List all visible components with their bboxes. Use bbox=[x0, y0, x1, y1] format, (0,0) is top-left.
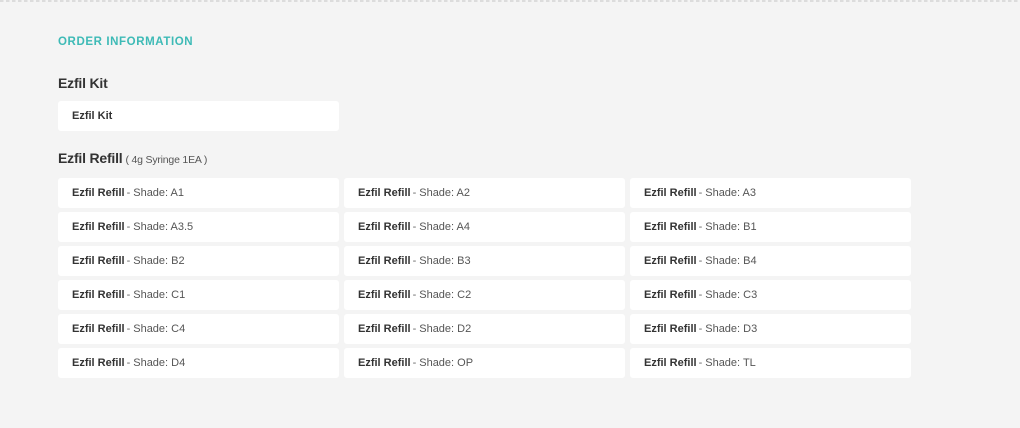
refill-option-name: Ezfil Refill bbox=[644, 221, 697, 233]
refill-option-card[interactable]: Ezfil Refill - Shade: A4 bbox=[344, 212, 625, 242]
refill-option-card[interactable]: Ezfil Refill - Shade: C4 bbox=[58, 314, 339, 344]
refill-options-grid: Ezfil Refill - Shade: A1 Ezfil Refill - Shade… bbox=[58, 178, 911, 378]
refill-option-name: Ezfil Refill bbox=[72, 357, 125, 369]
refill-option-name: Ezfil Refill bbox=[358, 357, 411, 369]
refill-option-name: Ezfil Refill bbox=[72, 221, 125, 233]
refill-option-shade: Shade: C4 bbox=[133, 323, 186, 335]
kit-option-card[interactable]: Ezfil Kit bbox=[58, 101, 339, 131]
refill-option-card[interactable]: Ezfil Refill - Shade: A3.5 bbox=[58, 212, 339, 242]
refill-option-shade: Shade: D4 bbox=[133, 357, 186, 369]
refill-option-shade: Shade: TL bbox=[705, 357, 756, 369]
refill-option-shade: Shade: A3 bbox=[705, 187, 757, 199]
refill-option-card[interactable]: Ezfil Refill - Shade: C3 bbox=[630, 280, 911, 310]
refill-option-name: Ezfil Refill bbox=[358, 323, 411, 335]
refill-option-name: Ezfil Refill bbox=[72, 289, 125, 301]
refill-option-separator: - bbox=[126, 323, 131, 335]
refill-option-name: Ezfil Refill bbox=[644, 289, 697, 301]
refill-option-name: Ezfil Refill bbox=[358, 221, 411, 233]
refill-option-separator: - bbox=[412, 323, 417, 335]
refill-option-card[interactable]: Ezfil Refill - Shade: A1 bbox=[58, 178, 339, 208]
refill-option-card[interactable]: Ezfil Refill - Shade: C2 bbox=[344, 280, 625, 310]
refill-option-name: Ezfil Refill bbox=[644, 357, 697, 369]
refill-option-shade: Shade: C2 bbox=[419, 289, 472, 301]
refill-option-name: Ezfil Refill bbox=[72, 187, 125, 199]
refill-option-shade: Shade: D3 bbox=[705, 323, 758, 335]
refill-option-card[interactable]: Ezfil Refill - Shade: D3 bbox=[630, 314, 911, 344]
refill-option-separator: - bbox=[126, 357, 131, 369]
refill-option-shade: Shade: B4 bbox=[705, 255, 757, 267]
refill-option-card[interactable]: Ezfil Refill - Shade: OP bbox=[344, 348, 625, 378]
refill-option-shade: Shade: B3 bbox=[419, 255, 471, 267]
refill-option-separator: - bbox=[126, 255, 131, 267]
refill-option-separator: - bbox=[698, 357, 703, 369]
refill-option-shade: Shade: C1 bbox=[133, 289, 186, 301]
refill-option-separator: - bbox=[126, 221, 131, 233]
refill-option-separator: - bbox=[698, 289, 703, 301]
refill-option-card[interactable]: Ezfil Refill - Shade: B1 bbox=[630, 212, 911, 242]
refill-option-card[interactable]: Ezfil Refill - Shade: D4 bbox=[58, 348, 339, 378]
refill-option-separator: - bbox=[126, 187, 131, 199]
section-heading: ORDER INFORMATION bbox=[58, 36, 194, 48]
kit-option-name: Ezfil Kit bbox=[72, 110, 113, 122]
refill-option-card[interactable]: Ezfil Refill - Shade: B4 bbox=[630, 246, 911, 276]
refill-option-shade: Shade: OP bbox=[419, 357, 474, 369]
refill-option-shade: Shade: B1 bbox=[705, 221, 757, 233]
refill-option-shade: Shade: C3 bbox=[705, 289, 758, 301]
refill-option-name: Ezfil Refill bbox=[644, 323, 697, 335]
refill-option-shade: Shade: A4 bbox=[419, 221, 471, 233]
kit-title-text: Ezfil Kit bbox=[58, 75, 108, 91]
refill-option-separator: - bbox=[412, 255, 417, 267]
refill-option-card[interactable]: Ezfil Refill - Shade: D2 bbox=[344, 314, 625, 344]
refill-option-card[interactable]: Ezfil Refill - Shade: A3 bbox=[630, 178, 911, 208]
refill-option-name: Ezfil Refill bbox=[644, 255, 697, 267]
kit-title: Ezfil Kit bbox=[58, 75, 108, 91]
refill-option-name: Ezfil Refill bbox=[358, 187, 411, 199]
refill-option-shade: Shade: D2 bbox=[419, 323, 472, 335]
refill-option-separator: - bbox=[126, 289, 131, 301]
refill-option-card[interactable]: Ezfil Refill - Shade: B2 bbox=[58, 246, 339, 276]
refill-option-separator: - bbox=[698, 255, 703, 267]
refill-option-shade: Shade: B2 bbox=[133, 255, 185, 267]
refill-option-shade: Shade: A3.5 bbox=[133, 221, 194, 233]
refill-title: Ezfil Refill( 4g Syringe 1EA ) bbox=[58, 150, 207, 166]
refill-option-card[interactable]: Ezfil Refill - Shade: TL bbox=[630, 348, 911, 378]
refill-option-card[interactable]: Ezfil Refill - Shade: A2 bbox=[344, 178, 625, 208]
refill-title-text: Ezfil Refill bbox=[58, 150, 123, 166]
refill-option-separator: - bbox=[412, 357, 417, 369]
refill-option-separator: - bbox=[698, 221, 703, 233]
refill-option-separator: - bbox=[698, 323, 703, 335]
refill-option-card[interactable]: Ezfil Refill - Shade: B3 bbox=[344, 246, 625, 276]
refill-option-separator: - bbox=[412, 187, 417, 199]
refill-option-name: Ezfil Refill bbox=[358, 255, 411, 267]
refill-note: ( 4g Syringe 1EA ) bbox=[125, 154, 208, 166]
refill-option-separator: - bbox=[412, 221, 417, 233]
refill-option-name: Ezfil Refill bbox=[72, 255, 125, 267]
refill-option-name: Ezfil Refill bbox=[358, 289, 411, 301]
refill-option-card[interactable]: Ezfil Refill - Shade: C1 bbox=[58, 280, 339, 310]
refill-option-separator: - bbox=[412, 289, 417, 301]
top-divider bbox=[0, 0, 1020, 2]
refill-option-name: Ezfil Refill bbox=[72, 323, 125, 335]
refill-option-name: Ezfil Refill bbox=[644, 187, 697, 199]
refill-option-shade: Shade: A2 bbox=[419, 187, 471, 199]
refill-option-shade: Shade: A1 bbox=[133, 187, 185, 199]
refill-option-separator: - bbox=[698, 187, 703, 199]
